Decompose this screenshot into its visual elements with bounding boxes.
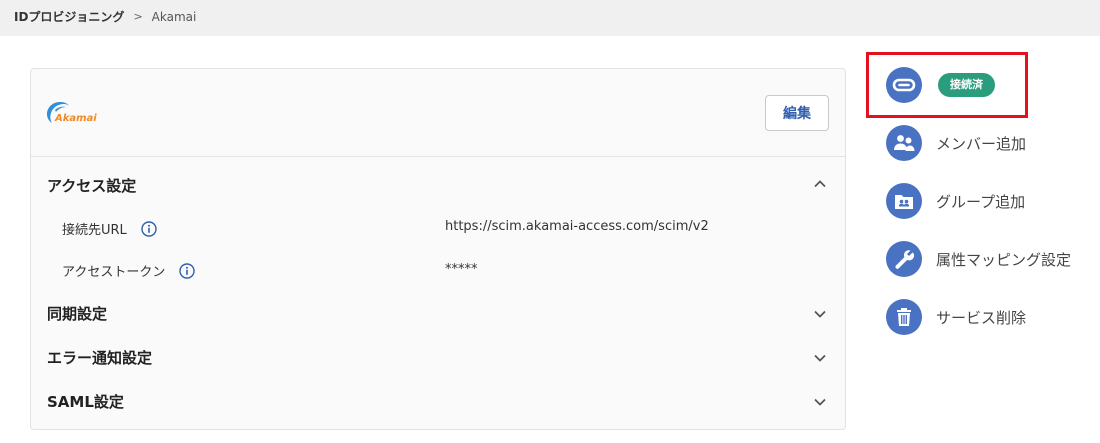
- trash-icon: [897, 308, 911, 326]
- chevron-up-icon[interactable]: [812, 176, 828, 192]
- connected-badge: 接続済: [938, 73, 995, 97]
- access-token-label: アクセストークン: [62, 261, 196, 280]
- chevron-down-icon[interactable]: [812, 394, 828, 410]
- attribute-mapping-label: 属性マッピング設定: [936, 250, 1072, 269]
- sync-settings-title[interactable]: 同期設定: [47, 303, 107, 324]
- access-token-value: *****: [445, 262, 478, 277]
- wrench-icon: [895, 250, 915, 269]
- mapping-circle: [886, 241, 922, 277]
- breadcrumb-parent[interactable]: IDプロビジョニング: [14, 8, 124, 25]
- top-bar: IDプロビジョニング > Akamai: [0, 0, 1100, 36]
- chevron-down-icon[interactable]: [812, 306, 828, 322]
- akamai-logo: Akamai: [47, 102, 97, 124]
- add-member-label: メンバー追加: [936, 134, 1027, 153]
- card-header: Akamai 編集: [31, 69, 845, 157]
- group-circle: [886, 183, 922, 219]
- users-icon: [894, 135, 915, 151]
- error-notification-title[interactable]: エラー通知設定: [47, 347, 152, 368]
- group-folder-icon: [895, 195, 913, 209]
- endpoint-url-label-text: 接続先URL: [62, 223, 127, 238]
- saml-settings-title[interactable]: SAML設定: [47, 391, 124, 412]
- breadcrumb-current: Akamai: [151, 9, 197, 24]
- connection-status[interactable]: 接続済: [886, 67, 995, 103]
- chevron-down-icon[interactable]: [812, 350, 828, 366]
- delete-service-button[interactable]: サービス削除: [886, 299, 1026, 335]
- add-member-button[interactable]: メンバー追加: [886, 125, 1026, 161]
- member-circle: [886, 125, 922, 161]
- breadcrumb-separator: >: [133, 10, 143, 23]
- access-settings-title[interactable]: アクセス設定: [47, 175, 136, 196]
- delete-service-label: サービス削除: [936, 308, 1027, 327]
- breadcrumb: IDプロビジョニング > Akamai: [14, 8, 196, 25]
- service-settings-card: Akamai 編集 アクセス設定 接続先URL https://scim.aka…: [30, 68, 846, 430]
- add-group-label: グループ追加: [936, 192, 1026, 211]
- connection-circle: [886, 67, 922, 103]
- attribute-mapping-button[interactable]: 属性マッピング設定: [886, 241, 1071, 277]
- endpoint-url-label: 接続先URL: [62, 219, 157, 238]
- info-icon[interactable]: [179, 262, 196, 279]
- link-icon: [892, 78, 916, 92]
- endpoint-url-value: https://scim.akamai-access.com/scim/v2: [445, 219, 709, 234]
- svg-text:Akamai: Akamai: [54, 113, 97, 124]
- edit-button[interactable]: 編集: [765, 95, 829, 131]
- access-token-label-text: アクセストークン: [62, 265, 166, 280]
- info-icon[interactable]: [141, 220, 157, 237]
- add-group-button[interactable]: グループ追加: [886, 183, 1025, 219]
- delete-circle: [886, 299, 922, 335]
